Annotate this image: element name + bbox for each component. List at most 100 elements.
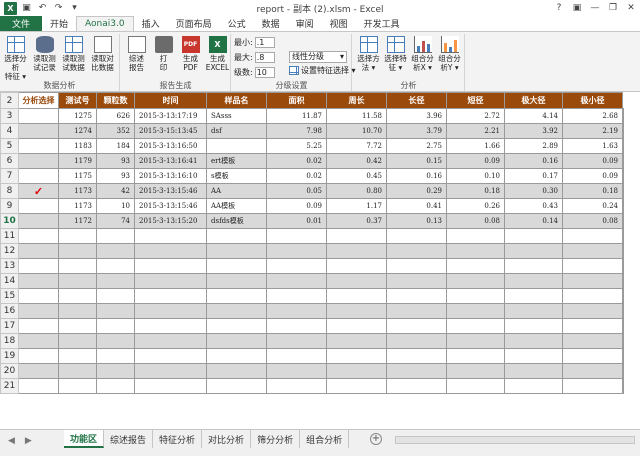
redo-icon[interactable]: ↷ bbox=[52, 3, 65, 13]
column-header[interactable]: 极大径 bbox=[504, 92, 563, 109]
summary-report-button[interactable]: 综述 报告 bbox=[123, 36, 150, 72]
table-cell[interactable] bbox=[134, 318, 207, 334]
table-cell[interactable] bbox=[58, 228, 97, 244]
print-button[interactable]: 打 印 bbox=[150, 36, 177, 72]
table-cell[interactable]: AA bbox=[206, 183, 267, 199]
table-cell[interactable]: 0.24 bbox=[562, 198, 623, 214]
table-cell[interactable]: 1173 bbox=[58, 183, 97, 199]
row-number[interactable]: 4 bbox=[0, 123, 19, 139]
table-cell[interactable]: 0.08 bbox=[446, 213, 505, 229]
column-header[interactable]: 极小径 bbox=[562, 92, 623, 109]
spreadsheet-grid[interactable]: 2 分析选择 测试号 颗粒数 时间 样品名 面积 周长 长径 短径 极大径 极小… bbox=[0, 92, 640, 429]
table-cell[interactable]: 1274 bbox=[58, 123, 97, 139]
table-cell[interactable] bbox=[206, 258, 267, 274]
sheet-tab-sieve[interactable]: 筛分分析 bbox=[251, 430, 301, 448]
table-cell[interactable] bbox=[562, 348, 623, 364]
table-cell[interactable]: 0.41 bbox=[386, 198, 447, 214]
table-cell[interactable] bbox=[622, 378, 624, 394]
table-cell[interactable] bbox=[18, 318, 59, 334]
table-cell[interactable] bbox=[18, 273, 59, 289]
table-cell[interactable] bbox=[96, 243, 135, 259]
table-cell[interactable] bbox=[446, 288, 505, 304]
table-cell[interactable]: 11.58 bbox=[326, 108, 387, 124]
table-cell[interactable] bbox=[446, 303, 505, 319]
row-number[interactable]: 8 bbox=[0, 183, 19, 199]
table-cell[interactable] bbox=[504, 318, 563, 334]
table-cell[interactable] bbox=[446, 273, 505, 289]
row-number[interactable]: 5 bbox=[0, 138, 19, 154]
table-cell[interactable]: 0.15 bbox=[386, 153, 447, 169]
table-cell[interactable]: ert模板 bbox=[206, 153, 267, 169]
table-cell[interactable]: 0.10 bbox=[446, 168, 505, 184]
table-cell[interactable]: 2015-3-13:16:10 bbox=[134, 168, 207, 184]
table-cell[interactable] bbox=[386, 243, 447, 259]
table-cell[interactable] bbox=[326, 303, 387, 319]
table-cell[interactable]: 0.02 bbox=[266, 153, 327, 169]
table-cell[interactable] bbox=[134, 363, 207, 379]
table-cell[interactable] bbox=[134, 288, 207, 304]
table-cell[interactable]: 1275 bbox=[58, 108, 97, 124]
column-header[interactable]: 测试号 bbox=[58, 92, 97, 109]
table-cell[interactable] bbox=[622, 258, 624, 274]
table-cell[interactable]: 0.09 bbox=[266, 198, 327, 214]
table-cell[interactable] bbox=[96, 378, 135, 394]
table-cell[interactable]: 2.75 bbox=[386, 138, 447, 154]
table-cell[interactable] bbox=[622, 138, 624, 154]
table-cell[interactable] bbox=[18, 288, 59, 304]
table-cell[interactable]: 0.09 bbox=[562, 168, 623, 184]
table-cell[interactable] bbox=[96, 258, 135, 274]
table-cell[interactable] bbox=[622, 108, 624, 124]
table-cell[interactable] bbox=[206, 228, 267, 244]
tab-file[interactable]: 文件 bbox=[0, 16, 43, 31]
table-cell[interactable] bbox=[266, 258, 327, 274]
table-cell[interactable]: 184 bbox=[96, 138, 135, 154]
table-cell[interactable] bbox=[386, 228, 447, 244]
table-cell[interactable] bbox=[504, 273, 563, 289]
table-cell[interactable] bbox=[206, 243, 267, 259]
table-cell[interactable] bbox=[386, 318, 447, 334]
table-cell[interactable] bbox=[134, 228, 207, 244]
table-cell[interactable] bbox=[266, 363, 327, 379]
minimize-button[interactable]: — bbox=[586, 0, 604, 16]
table-cell[interactable]: 2015-3-13:15:20 bbox=[134, 213, 207, 229]
table-cell[interactable]: 3.96 bbox=[386, 108, 447, 124]
table-cell[interactable] bbox=[266, 303, 327, 319]
table-cell[interactable] bbox=[562, 333, 623, 349]
table-cell[interactable] bbox=[446, 258, 505, 274]
table-cell[interactable] bbox=[446, 318, 505, 334]
restore-button[interactable]: ❐ bbox=[604, 0, 622, 16]
table-cell[interactable] bbox=[326, 228, 387, 244]
row-number[interactable]: 3 bbox=[0, 108, 19, 124]
column-header[interactable]: 样品名 bbox=[206, 92, 267, 109]
table-cell[interactable] bbox=[622, 363, 624, 379]
table-cell[interactable] bbox=[622, 228, 624, 244]
table-cell[interactable] bbox=[622, 333, 624, 349]
table-cell[interactable] bbox=[622, 153, 624, 169]
ribbon-display-button[interactable]: ▣ bbox=[568, 0, 586, 16]
table-cell[interactable] bbox=[326, 333, 387, 349]
table-cell[interactable] bbox=[18, 198, 59, 214]
table-cell[interactable] bbox=[18, 108, 59, 124]
table-cell[interactable] bbox=[326, 378, 387, 394]
grading-mode-select[interactable]: 线性分级 bbox=[289, 51, 347, 63]
tab-home[interactable]: 开始 bbox=[42, 16, 76, 31]
table-cell[interactable]: 0.42 bbox=[326, 153, 387, 169]
generate-excel-button[interactable]: X 生成 EXCEL bbox=[204, 36, 231, 72]
table-cell[interactable]: 2.89 bbox=[504, 138, 563, 154]
table-cell[interactable]: AA模板 bbox=[206, 198, 267, 214]
table-cell[interactable]: 2015-3-15:13:45 bbox=[134, 123, 207, 139]
table-cell[interactable] bbox=[504, 303, 563, 319]
sheet-tab-summary[interactable]: 综述报告 bbox=[104, 430, 154, 448]
table-cell[interactable] bbox=[58, 378, 97, 394]
table-cell[interactable]: 93 bbox=[96, 153, 135, 169]
table-cell[interactable]: 2015-3-13:15:46 bbox=[134, 183, 207, 199]
table-cell[interactable] bbox=[18, 258, 59, 274]
row-number[interactable]: 17 bbox=[0, 318, 19, 334]
levels-input[interactable]: 10 bbox=[254, 67, 275, 78]
table-cell[interactable]: 1172 bbox=[58, 213, 97, 229]
table-cell[interactable]: 2015-3-13:15:46 bbox=[134, 198, 207, 214]
table-cell[interactable]: 0.37 bbox=[326, 213, 387, 229]
table-cell[interactable]: 11.87 bbox=[266, 108, 327, 124]
table-cell[interactable] bbox=[326, 288, 387, 304]
table-cell[interactable] bbox=[134, 258, 207, 274]
